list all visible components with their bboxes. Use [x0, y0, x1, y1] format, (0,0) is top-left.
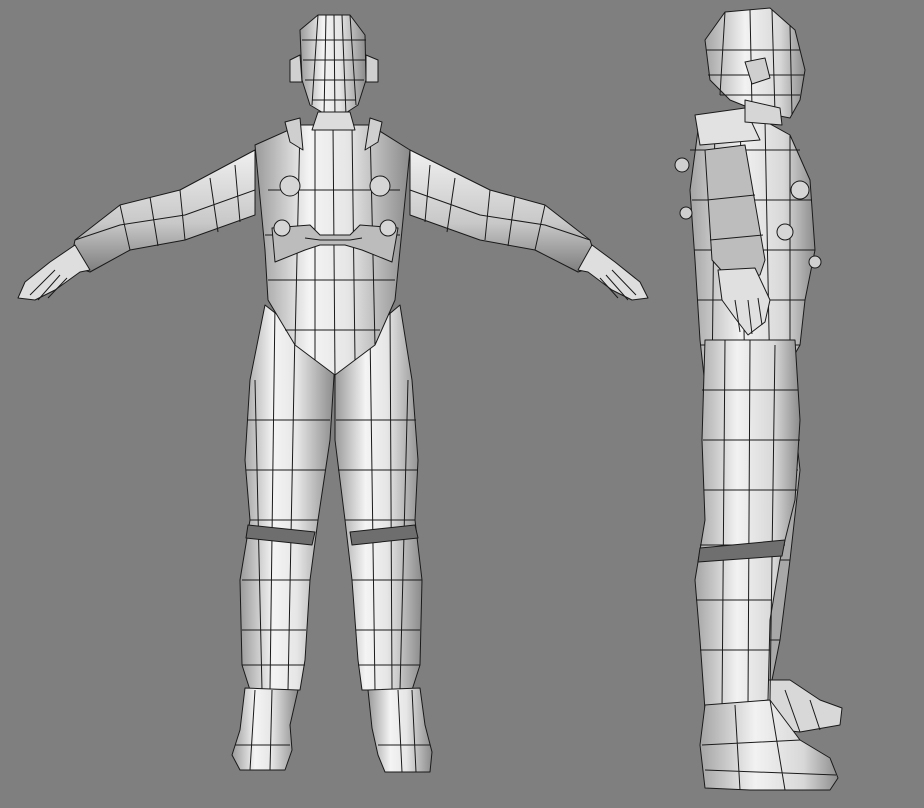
model-render: [17, 7, 843, 791]
3d-viewport: [0, 0, 924, 808]
front-head: [289, 14, 379, 131]
front-view-model: [17, 14, 649, 773]
front-right-arm: [409, 149, 649, 301]
front-left-leg: [231, 304, 336, 771]
front-left-arm: [17, 149, 256, 301]
side-head: [704, 7, 806, 126]
front-right-leg: [334, 304, 433, 773]
side-view-model: [674, 7, 843, 791]
